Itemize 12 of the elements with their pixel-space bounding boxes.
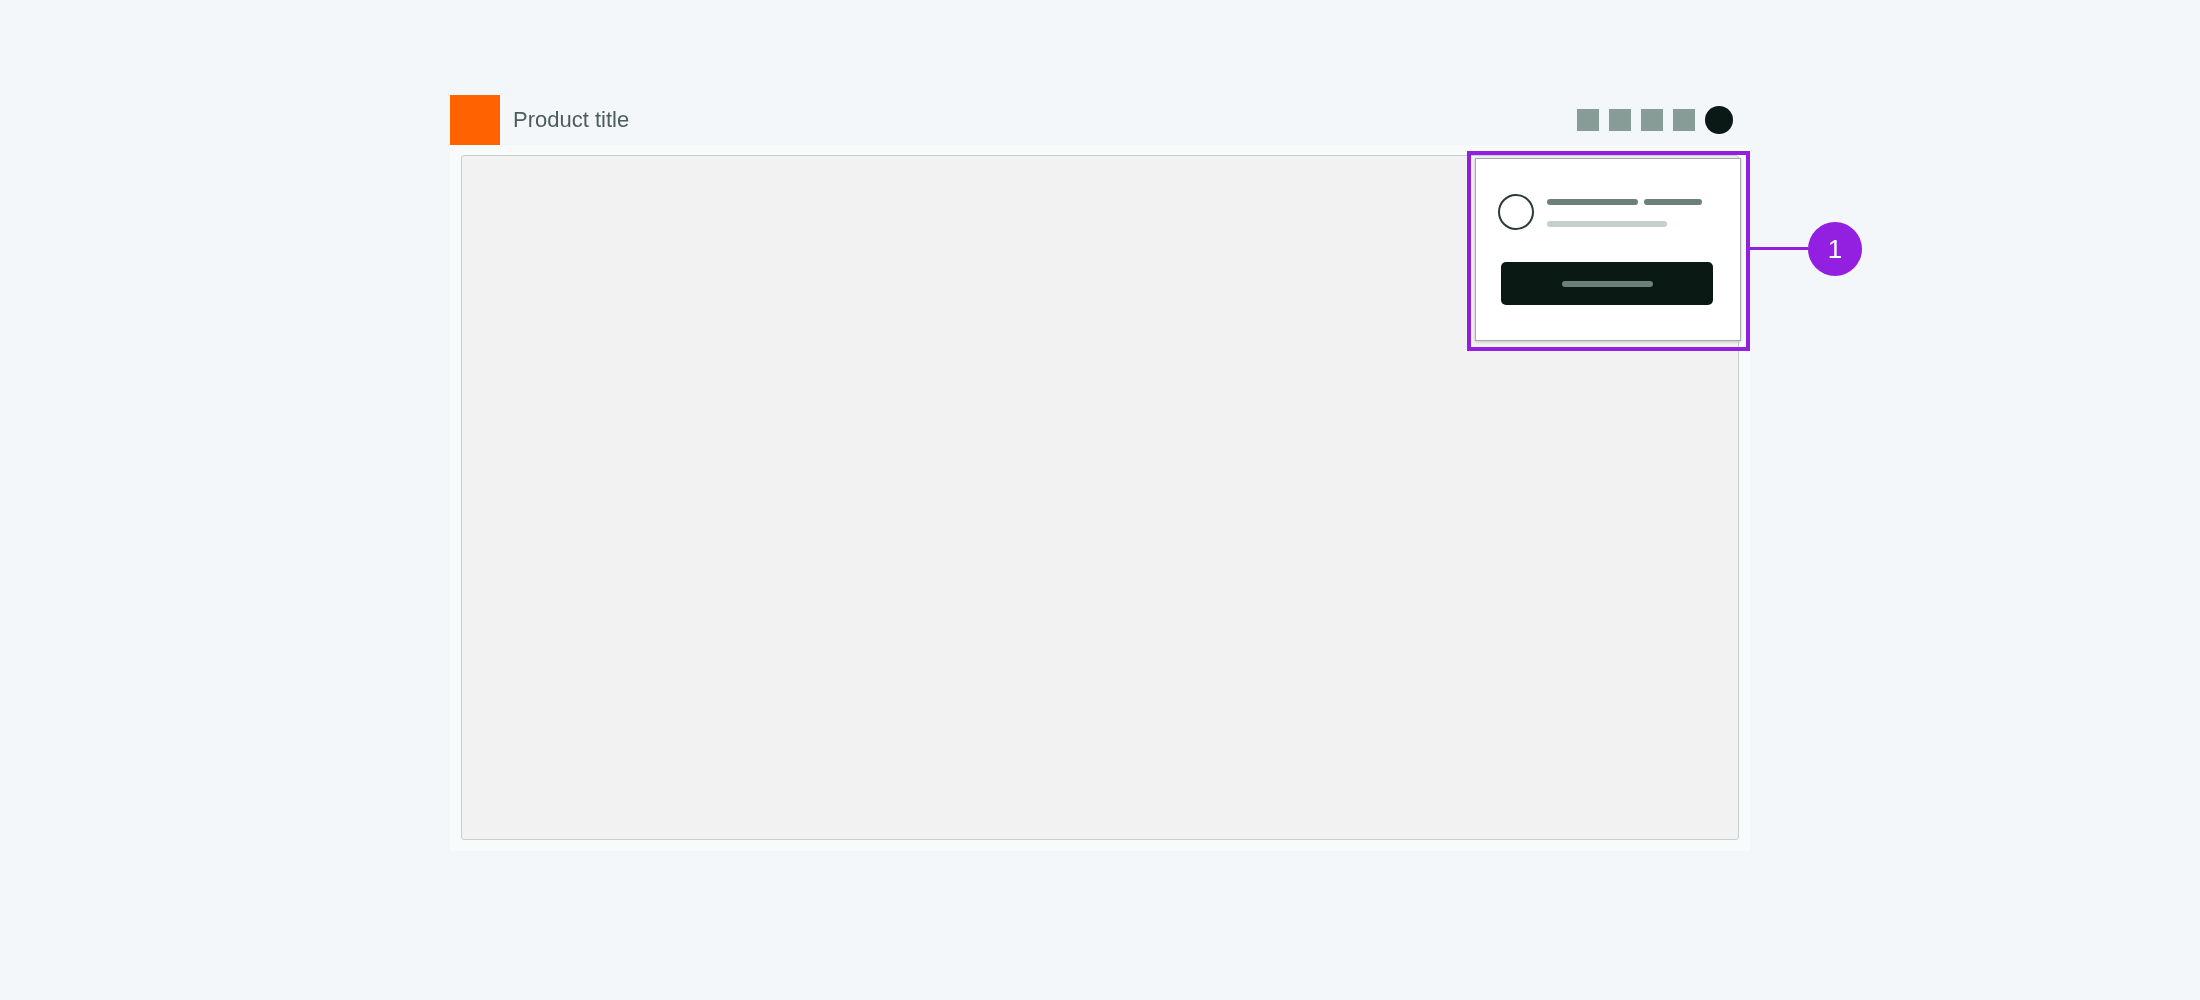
square-icon[interactable] <box>1673 109 1695 131</box>
avatar-icon <box>1498 194 1534 230</box>
action-button[interactable] <box>1501 262 1713 305</box>
callout-marker: 1 <box>1808 222 1862 276</box>
product-title: Product title <box>513 107 630 133</box>
leader-line <box>1750 247 1808 250</box>
square-icon[interactable] <box>1641 109 1663 131</box>
square-icon[interactable] <box>1609 109 1631 131</box>
placeholder-line <box>1644 199 1702 205</box>
avatar-icon[interactable] <box>1705 106 1733 134</box>
logo-icon <box>450 95 500 145</box>
square-icon[interactable] <box>1577 109 1599 131</box>
